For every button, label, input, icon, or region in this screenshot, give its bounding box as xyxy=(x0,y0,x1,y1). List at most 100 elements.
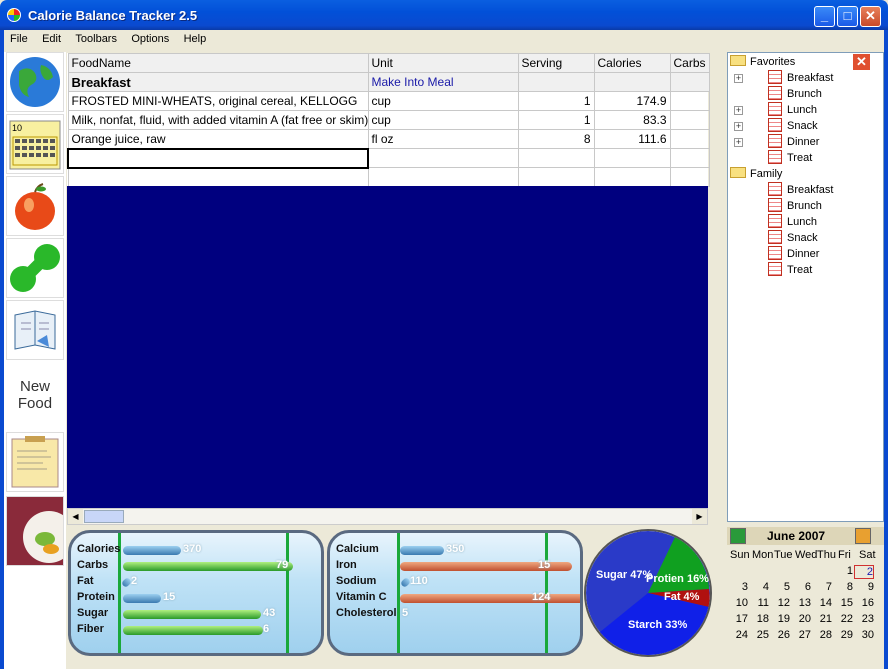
tree-item[interactable]: Brunch xyxy=(768,86,822,100)
serving-cell[interactable] xyxy=(517,148,595,168)
new-food-button[interactable]: New Food xyxy=(6,372,64,430)
globe-icon[interactable] xyxy=(6,52,64,112)
tree-item[interactable]: Dinner xyxy=(768,134,819,148)
calendar-day[interactable]: 2 xyxy=(854,565,874,579)
carbs-cell[interactable] xyxy=(669,148,710,168)
calendar-day[interactable]: 17 xyxy=(728,613,748,625)
calendar-day[interactable]: 12 xyxy=(770,597,790,609)
calendar-next-icon[interactable] xyxy=(855,528,871,544)
calendar-day[interactable]: 11 xyxy=(749,597,769,609)
calendar-day[interactable]: 27 xyxy=(791,629,811,641)
menu-file[interactable]: File xyxy=(4,30,33,45)
calendar-day[interactable]: 22 xyxy=(833,613,853,625)
calendar-day[interactable]: 1 xyxy=(833,565,853,577)
close-button[interactable]: ✕ xyxy=(860,6,881,27)
expand-icon[interactable]: + xyxy=(734,122,743,131)
expand-icon[interactable]: + xyxy=(734,106,743,115)
menu-options[interactable]: Options xyxy=(125,30,174,45)
unit-cell[interactable] xyxy=(367,167,519,187)
calendar-day[interactable]: 16 xyxy=(854,597,874,609)
calendar-day[interactable]: 14 xyxy=(812,597,832,609)
calendar-day[interactable]: 4 xyxy=(749,581,769,593)
meal-name[interactable]: Breakfast xyxy=(67,72,369,92)
calendar-day[interactable]: 9 xyxy=(854,581,874,593)
new-entry-row[interactable] xyxy=(67,147,710,169)
plate-icon[interactable] xyxy=(6,496,75,566)
food-name-cell[interactable]: FROSTED MINI-WHEATS, original cereal, KE… xyxy=(67,91,369,111)
carbs-cell[interactable] xyxy=(669,129,710,149)
scroll-left-icon[interactable]: ◀ xyxy=(68,509,83,524)
tree-item[interactable]: Lunch xyxy=(768,102,817,116)
header-carbs[interactable]: Carbs xyxy=(669,53,710,73)
make-into-meal-link[interactable]: Make Into Meal xyxy=(367,72,519,92)
calendar-day[interactable]: 3 xyxy=(728,581,748,593)
calories-cell[interactable] xyxy=(593,167,671,187)
carbs-cell[interactable] xyxy=(669,91,710,111)
header-unit[interactable]: Unit xyxy=(367,53,519,73)
food-name-cell[interactable] xyxy=(67,167,369,187)
food-name-cell[interactable]: Milk, nonfat, fluid, with added vitamin … xyxy=(67,110,369,130)
tree-item[interactable]: Treat xyxy=(768,150,812,164)
calendar-day[interactable]: 29 xyxy=(833,629,853,641)
calendar-day[interactable]: 6 xyxy=(791,581,811,593)
calendar-day[interactable]: 13 xyxy=(791,597,811,609)
dumbbell-icon[interactable] xyxy=(6,238,64,298)
unit-cell[interactable]: cup xyxy=(367,110,519,130)
expand-icon[interactable]: + xyxy=(734,74,743,83)
tree-item[interactable]: Breakfast xyxy=(768,70,833,84)
carbs-cell[interactable] xyxy=(669,167,710,187)
scroll-right-icon[interactable]: ▶ xyxy=(692,509,707,524)
calendar-day[interactable]: 8 xyxy=(833,581,853,593)
menu-edit[interactable]: Edit xyxy=(36,30,66,45)
serving-cell[interactable]: 8 xyxy=(517,129,595,149)
serving-cell[interactable] xyxy=(517,167,595,187)
tree-folder-family[interactable]: Family xyxy=(730,167,782,180)
calendar-day[interactable]: 26 xyxy=(770,629,790,641)
calendar-day[interactable]: 21 xyxy=(812,613,832,625)
calendar-day[interactable]: 23 xyxy=(854,613,874,625)
serving-cell[interactable]: 1 xyxy=(517,110,595,130)
calendar-day[interactable]: 15 xyxy=(833,597,853,609)
unit-cell[interactable] xyxy=(367,148,519,168)
tree-item[interactable]: Breakfast xyxy=(768,182,833,196)
tree-item[interactable]: Snack xyxy=(768,230,818,244)
tree-item[interactable]: Lunch xyxy=(768,214,817,228)
menu-toolbars[interactable]: Toolbars xyxy=(69,30,122,45)
calendar-day[interactable]: 25 xyxy=(749,629,769,641)
header-calories[interactable]: Calories xyxy=(593,53,671,73)
serving-cell[interactable]: 1 xyxy=(517,91,595,111)
calendar-icon[interactable]: 10 xyxy=(6,114,64,174)
calendar-day[interactable]: 19 xyxy=(770,613,790,625)
calories-cell[interactable]: 174.9 xyxy=(593,91,671,111)
tree-folder-favorites[interactable]: Favorites xyxy=(730,55,795,68)
calendar-day[interactable]: 24 xyxy=(728,629,748,641)
minimize-button[interactable]: _ xyxy=(814,6,835,27)
scroll-thumb[interactable] xyxy=(84,510,124,523)
table-row[interactable]: Orange juice, raw fl oz 8 111.6 xyxy=(67,129,710,149)
calories-cell[interactable]: 83.3 xyxy=(593,110,671,130)
calendar-day[interactable]: 18 xyxy=(749,613,769,625)
new-food-input[interactable] xyxy=(67,147,369,169)
tree-item[interactable]: Dinner xyxy=(768,246,819,260)
header-foodname[interactable]: FoodName xyxy=(67,53,369,73)
calendar-prev-icon[interactable] xyxy=(730,528,746,544)
tree-item[interactable]: Treat xyxy=(768,262,812,276)
tree-item[interactable]: Brunch xyxy=(768,198,822,212)
calendar-day[interactable]: 30 xyxy=(854,629,874,641)
clipboard-icon[interactable] xyxy=(6,432,64,492)
tree-item[interactable]: Snack xyxy=(768,118,818,132)
calendar-day[interactable]: 5 xyxy=(770,581,790,593)
unit-cell[interactable]: fl oz xyxy=(367,129,519,149)
apple-icon[interactable] xyxy=(6,176,64,236)
menu-help[interactable]: Help xyxy=(178,30,212,45)
empty-row[interactable] xyxy=(67,167,710,187)
calendar-day[interactable]: 7 xyxy=(812,581,832,593)
table-row[interactable]: FROSTED MINI-WHEATS, original cereal, KE… xyxy=(67,91,710,111)
calories-cell[interactable]: 111.6 xyxy=(593,129,671,149)
table-row[interactable]: Milk, nonfat, fluid, with added vitamin … xyxy=(67,110,710,130)
maximize-button[interactable]: □ xyxy=(837,6,858,27)
calendar-day[interactable]: 28 xyxy=(812,629,832,641)
carbs-cell[interactable] xyxy=(669,110,710,130)
expand-icon[interactable]: + xyxy=(734,138,743,147)
close-panel-icon[interactable]: ✕ xyxy=(852,53,871,71)
